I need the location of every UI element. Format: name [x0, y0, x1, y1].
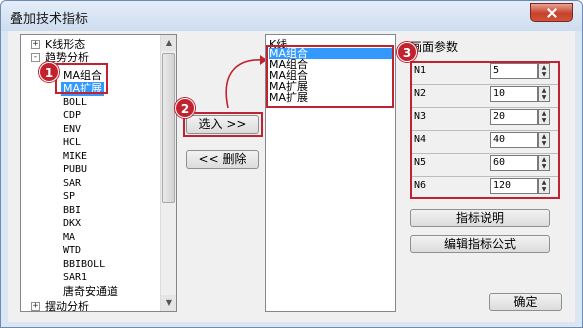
- tree-leaf-label: MA: [63, 232, 76, 243]
- highlight-box-list: [266, 45, 394, 108]
- tree-leaf-label: BBIBOLL: [63, 259, 106, 270]
- spin-down-icon[interactable]: ▼: [539, 186, 549, 193]
- collapse-icon[interactable]: -: [31, 53, 40, 62]
- tree-node-label: K线形态: [45, 38, 86, 51]
- tree-leaf-wtd[interactable]: WTD: [63, 244, 81, 258]
- tree-leaf-label: CDP: [63, 110, 82, 121]
- tree-leaf-sp[interactable]: SP: [63, 190, 75, 204]
- tree-leaf-label: DKX: [63, 218, 82, 229]
- spin-up-icon[interactable]: ▲: [539, 64, 549, 71]
- params-title: 画面参数: [410, 40, 459, 54]
- expand-icon[interactable]: +: [31, 40, 40, 49]
- scroll-down-icon[interactable]: ▼: [161, 295, 176, 311]
- row-divider: [412, 107, 558, 108]
- tree-leaf-label: BOLL: [63, 97, 88, 108]
- title-bar: 叠加技术指标: [1, 1, 582, 31]
- spin-button[interactable]: ▲ ▼: [538, 155, 550, 171]
- tree-node-label: 摆动分析: [45, 300, 89, 312]
- scroll-up-icon[interactable]: ▲: [161, 35, 176, 51]
- spin-down-icon[interactable]: ▼: [539, 117, 549, 124]
- window-title: 叠加技术指标: [10, 12, 89, 27]
- spin-up-icon[interactable]: ▲: [539, 133, 549, 140]
- tree-leaf-ma[interactable]: MA: [63, 231, 75, 245]
- param-label: N3: [414, 111, 427, 122]
- spin-button[interactable]: ▲ ▼: [538, 178, 550, 194]
- row-divider: [412, 176, 558, 177]
- tree-leaf-label: HCL: [63, 137, 82, 148]
- tree-leaf-label: SAR: [63, 178, 82, 189]
- spin-down-icon[interactable]: ▼: [539, 163, 549, 170]
- param-label: N1: [414, 65, 427, 76]
- highlight-box-1: [55, 63, 108, 94]
- spin-button[interactable]: ▲ ▼: [538, 109, 550, 125]
- tree-leaf-sar[interactable]: SAR: [63, 177, 81, 191]
- tree-leaf-bbiboll[interactable]: BBIBOLL: [63, 258, 105, 272]
- edit-formula-button[interactable]: 编辑指标公式: [410, 235, 550, 253]
- delete-button[interactable]: << 删除: [186, 150, 259, 169]
- spin-up-icon[interactable]: ▲: [539, 156, 549, 163]
- tree-leaf-pubu[interactable]: PUBU: [63, 163, 87, 177]
- row-divider: [412, 84, 558, 85]
- param-label: N2: [414, 88, 427, 99]
- tree-leaf-boll[interactable]: BOLL: [63, 96, 87, 110]
- spin-up-icon[interactable]: ▲: [539, 179, 549, 186]
- params-panel: N1 5 ▲ ▼ N2 10 ▲ ▼ N3 20 ▲ ▼ N4 40 ▲ ▼ N5 60…: [410, 61, 560, 199]
- param-label: N5: [414, 157, 427, 168]
- tree-leaf-label: 唐奇安通道: [63, 285, 118, 298]
- tree-leaf-label: SP: [63, 191, 76, 202]
- expand-icon[interactable]: +: [31, 302, 40, 311]
- tree-leaf-mike[interactable]: MIKE: [63, 150, 87, 164]
- tree-leaf-bbi[interactable]: BBI: [63, 204, 81, 218]
- spin-button[interactable]: ▲ ▼: [538, 132, 550, 148]
- param-input-n2[interactable]: 10: [490, 86, 538, 102]
- tree-scrollbar[interactable]: ▲ ▼: [160, 35, 176, 311]
- param-input-n1[interactable]: 5: [490, 63, 538, 79]
- spin-down-icon[interactable]: ▼: [539, 140, 549, 147]
- tree-leaf-sar1[interactable]: SAR1: [63, 271, 87, 285]
- tree-leaf-label: WTD: [63, 245, 82, 256]
- param-input-n4[interactable]: 40: [490, 132, 538, 148]
- param-input-n3[interactable]: 20: [490, 109, 538, 125]
- tree-leaf-label: MIKE: [63, 151, 88, 162]
- tree-leaf-label: ENV: [63, 124, 82, 135]
- tree-leaf-donchian[interactable]: 唐奇安通道: [63, 285, 118, 299]
- tree-leaf-hcl[interactable]: HCL: [63, 136, 81, 150]
- spin-down-icon[interactable]: ▼: [539, 94, 549, 101]
- close-button[interactable]: [530, 3, 573, 22]
- indicator-description-button[interactable]: 指标说明: [410, 209, 550, 227]
- spin-button[interactable]: ▲ ▼: [538, 63, 550, 79]
- param-label: N4: [414, 134, 427, 145]
- step-badge-2: 2: [175, 98, 195, 118]
- step-badge-1: 1: [39, 62, 59, 82]
- param-input-n5[interactable]: 60: [490, 155, 538, 171]
- spin-button[interactable]: ▲ ▼: [538, 86, 550, 102]
- param-input-n6[interactable]: 120: [490, 178, 538, 194]
- tree-leaf-env[interactable]: ENV: [63, 123, 81, 137]
- tree-leaf-cdp[interactable]: CDP: [63, 109, 81, 123]
- tree-leaf-label: BBI: [63, 205, 82, 216]
- scroll-thumb[interactable]: [162, 53, 175, 203]
- step-badge-3: 3: [397, 42, 417, 62]
- tree-leaf-label: SAR1: [63, 272, 88, 283]
- spin-down-icon[interactable]: ▼: [539, 71, 549, 78]
- row-divider: [412, 130, 558, 131]
- ok-button[interactable]: 确定: [489, 293, 562, 311]
- tree-leaf-dkx[interactable]: DKX: [63, 217, 81, 231]
- spin-up-icon[interactable]: ▲: [539, 87, 549, 94]
- row-divider: [412, 153, 558, 154]
- spin-up-icon[interactable]: ▲: [539, 110, 549, 117]
- param-label: N6: [414, 180, 427, 191]
- tree-leaf-label: PUBU: [63, 164, 88, 175]
